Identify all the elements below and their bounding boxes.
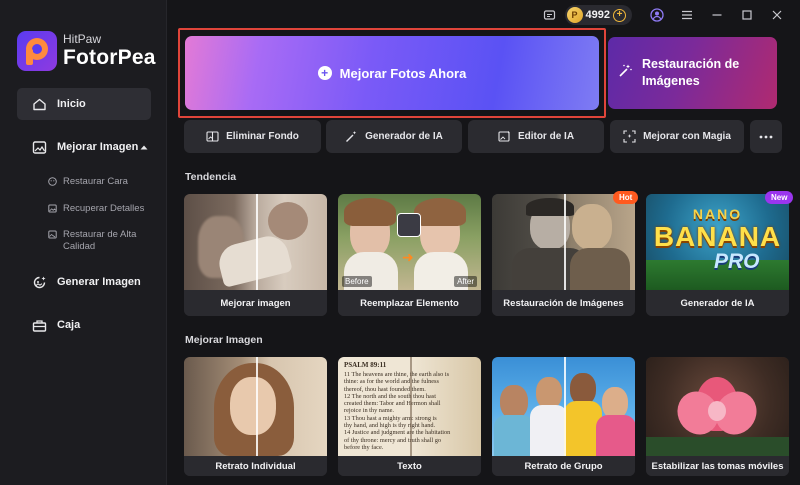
sub-item-label: Restaurar de Alta Calidad: [63, 229, 137, 252]
card-reemplazar-elemento[interactable]: ➜ Before After Reemplazar Elemento: [338, 194, 481, 316]
card-thumbnail: [184, 357, 327, 456]
banana-art-text: BANANA: [653, 221, 782, 252]
hot-badge: Hot: [613, 191, 639, 204]
card-label: Mejorar imagen: [184, 290, 327, 316]
coin-count: 4992: [585, 9, 610, 21]
image-restoration-button[interactable]: Restauración de Imágenes: [608, 37, 777, 109]
plus-icon: +: [317, 66, 332, 80]
card-retrato-grupo[interactable]: Retrato de Grupo: [492, 357, 635, 476]
sidebar-item-inicio[interactable]: Inicio: [17, 88, 151, 120]
card-thumbnail: [492, 357, 635, 456]
sidebar-item-label: Caja: [57, 319, 81, 331]
restoration-label: Restauración de Imágenes: [642, 57, 740, 88]
card-thumbnail: [492, 194, 635, 290]
brand-big: FotorPea: [63, 46, 156, 69]
section-title-trending: Tendencia: [185, 171, 237, 183]
chevron-up-icon: [140, 141, 148, 153]
enhance-photos-label: Mejorar Fotos Ahora: [339, 65, 467, 81]
title-bar: P 4992 +: [167, 0, 800, 30]
face-icon: [48, 177, 57, 186]
ai-wand-icon: [345, 130, 358, 143]
tool-label: Generador de IA: [365, 131, 443, 142]
new-badge: New: [765, 191, 794, 204]
enhance-photos-now-button[interactable]: + Mejorar Fotos Ahora: [185, 36, 599, 110]
menu-icon[interactable]: [672, 0, 702, 30]
card-label: Reemplazar Elemento: [338, 290, 481, 316]
card-thumbnail: ➜ Before After: [338, 194, 481, 290]
sidebar-item-label: Generar Imagen: [57, 276, 141, 288]
card-thumbnail: NANO BANANA PRO: [646, 194, 789, 290]
toolbox-icon: [31, 317, 47, 333]
card-thumbnail: [646, 357, 789, 456]
magic-enhance-button[interactable]: Mejorar con Magia: [610, 120, 744, 153]
before-label: Before: [342, 276, 372, 287]
account-icon[interactable]: [642, 0, 672, 30]
close-icon[interactable]: [762, 0, 792, 30]
image-enhance-icon: [31, 139, 47, 155]
remove-background-button[interactable]: Eliminar Fondo: [184, 120, 321, 153]
card-label: Retrato Individual: [184, 456, 327, 476]
card-restauracion-imagenes[interactable]: Restauración de Imágenes: [492, 194, 635, 316]
maximize-icon[interactable]: [732, 0, 762, 30]
fotorpea-logo-icon: [17, 31, 57, 71]
card-label: Estabilizar las tomas móviles: [646, 456, 789, 476]
coin-balance[interactable]: P 4992 +: [564, 5, 632, 25]
ai-editor-button[interactable]: Editor de IA: [468, 120, 604, 153]
card-mejorar-imagen[interactable]: Mejorar imagen: [184, 194, 327, 316]
sidebar-item-label: Mejorar Imagen: [57, 141, 139, 153]
sub-item-label: Recuperar Detalles: [63, 203, 145, 214]
tool-label: Mejorar con Magia: [643, 131, 731, 142]
card-estabilizar-tomas[interactable]: Estabilizar las tomas móviles: [646, 357, 789, 476]
generate-image-icon: [31, 274, 47, 290]
magic-wand-icon: [618, 63, 633, 83]
sidebar-item-generar-imagen[interactable]: Generar Imagen: [17, 266, 151, 298]
remove-bg-icon: [206, 130, 219, 143]
card-label: Texto: [338, 456, 481, 476]
hq-image-icon: [48, 230, 57, 239]
coin-icon: P: [566, 7, 583, 23]
sidebar: HitPaw FotorPea Inicio Mejorar Imagen Re…: [0, 0, 167, 485]
image-detail-icon: [48, 204, 57, 213]
sidebar-subitem-restaurar-alta-calidad[interactable]: Restaurar de Alta Calidad: [48, 229, 158, 253]
card-texto[interactable]: PSALM 89:11 11 The heavens are thine, th…: [338, 357, 481, 476]
arrow-right-icon: ➜: [402, 249, 414, 265]
pro-art-text: PRO: [714, 250, 760, 273]
more-icon: [759, 131, 773, 142]
minimize-icon[interactable]: [702, 0, 732, 30]
sidebar-item-mejorar-imagen[interactable]: Mejorar Imagen: [17, 131, 151, 163]
app-logo: HitPaw FotorPea: [17, 31, 156, 71]
nano-art-text: NANO: [692, 206, 743, 222]
ai-generator-button[interactable]: Generador de IA: [326, 120, 462, 153]
sidebar-subitem-restaurar-cara[interactable]: Restaurar Cara: [48, 176, 158, 188]
card-thumbnail: PSALM 89:11 11 The heavens are thine, th…: [338, 357, 481, 456]
home-icon: [31, 96, 47, 112]
card-generador-ia[interactable]: NANO BANANA PRO Generador de IA: [646, 194, 789, 316]
message-icon[interactable]: [535, 0, 565, 30]
card-thumbnail: [184, 194, 327, 290]
ai-editor-icon: [498, 130, 511, 143]
after-label: After: [454, 276, 477, 287]
tool-label: Eliminar Fondo: [226, 131, 299, 142]
tool-label: Editor de IA: [517, 131, 575, 142]
card-label: Generador de IA: [646, 290, 789, 316]
card-retrato-individual[interactable]: Retrato Individual: [184, 357, 327, 476]
add-coins-icon[interactable]: +: [613, 8, 626, 22]
brand-small: HitPaw: [63, 32, 102, 46]
card-label: Retrato de Grupo: [492, 456, 635, 476]
card-label: Restauración de Imágenes: [492, 290, 635, 316]
magic-enhance-icon: [623, 130, 636, 143]
sidebar-item-label: Inicio: [57, 98, 86, 110]
sub-item-label: Restaurar Cara: [63, 176, 128, 187]
section-title-enhance: Mejorar Imagen: [185, 334, 263, 346]
sidebar-item-caja[interactable]: Caja: [17, 309, 151, 341]
sidebar-subitem-recuperar-detalles[interactable]: Recuperar Detalles: [48, 203, 158, 215]
more-tools-button[interactable]: [750, 120, 782, 153]
